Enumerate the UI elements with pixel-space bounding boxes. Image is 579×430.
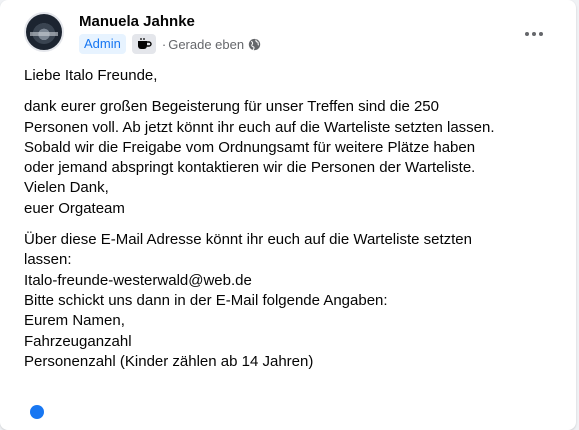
- message-line: oder jemand abspringt kontaktieren wir d…: [24, 159, 476, 177]
- paragraph-instructions: Über diese E-Mail Adresse könnt ihr euch…: [24, 230, 558, 372]
- author-avatar[interactable]: [24, 12, 64, 52]
- message-line: euer Orgateam: [24, 199, 125, 217]
- message-line: dank eurer großen Begeisterung für unser…: [24, 98, 439, 116]
- message-line: lassen:: [24, 251, 72, 269]
- reaction-icon[interactable]: [30, 405, 44, 419]
- post-card: Manuela Jahnke Admin · Gerade eben Liebe…: [0, 0, 576, 430]
- message-line: Fahrzeuganzahl: [24, 332, 132, 350]
- meta-separator: ·: [161, 36, 167, 52]
- post-message: Liebe Italo Freunde, dank eurer großen B…: [24, 66, 558, 383]
- post-timestamp[interactable]: Gerade eben: [168, 37, 244, 52]
- greeting-line: Liebe Italo Freunde,: [24, 67, 158, 84]
- avatar-highlight: [30, 32, 58, 36]
- admin-badge[interactable]: Admin: [79, 34, 126, 54]
- greeting: Liebe Italo Freunde,: [24, 66, 558, 86]
- coffee-cup-icon[interactable]: [131, 34, 156, 54]
- more-dot: [525, 32, 529, 36]
- message-line: Über diese E-Mail Adresse könnt ihr euch…: [24, 231, 472, 249]
- email-address: Italo-freunde-westerwald@web.de: [24, 271, 252, 289]
- message-line: Sobald wir die Freigabe vom Ordnungsamt …: [24, 138, 476, 156]
- more-dot: [532, 32, 536, 36]
- message-line: Eurem Namen,: [24, 312, 125, 330]
- message-line: Bitte schickt uns dann in der E-Mail fol…: [24, 291, 388, 309]
- post-meta: Admin · Gerade eben: [79, 34, 261, 54]
- post-header: Manuela Jahnke Admin · Gerade eben: [16, 12, 560, 56]
- more-dot: [539, 32, 543, 36]
- author-name[interactable]: Manuela Jahnke: [79, 13, 195, 30]
- message-line: Personenzahl (Kinder zählen ab 14 Jahren…: [24, 352, 314, 370]
- message-line: Vielen Dank,: [24, 179, 109, 197]
- paragraph-announcement: dank eurer großen Begeisterung für unser…: [24, 97, 558, 219]
- more-options-icon[interactable]: [516, 20, 552, 48]
- globe-icon[interactable]: [248, 38, 261, 51]
- message-line: Personen voll. Ab jetzt könnt ihr euch a…: [24, 118, 495, 136]
